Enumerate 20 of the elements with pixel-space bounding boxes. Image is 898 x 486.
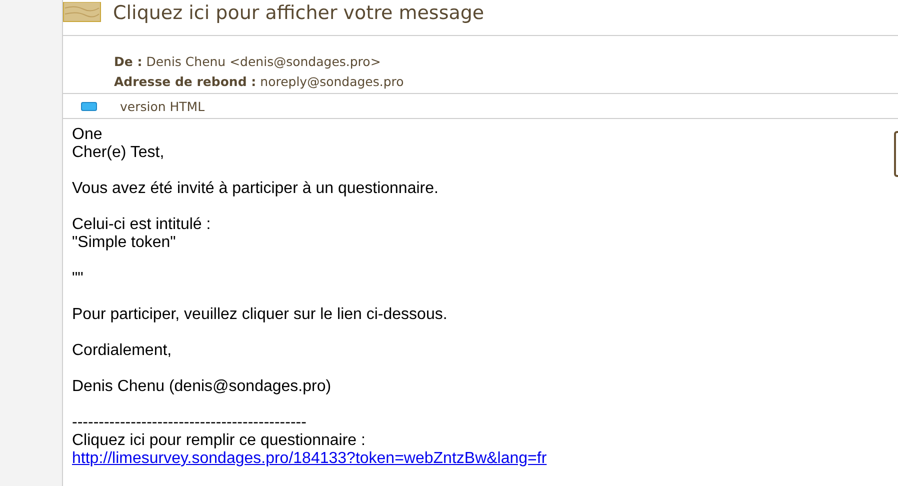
body-text: -------------------------------------------- bbox=[72, 414, 306, 432]
survey-link[interactable]: http://limesurvey.sondages.pro/184133?token=webZntzBw&lang=fr bbox=[72, 450, 547, 468]
envelope-icon bbox=[63, 2, 101, 22]
tag-icon bbox=[81, 102, 97, 111]
body-text: Cher(e) Test, bbox=[72, 144, 164, 162]
header-value: Denis Chenu <denis@sondages.pro> bbox=[146, 54, 381, 69]
version-label[interactable]: version HTML bbox=[120, 98, 205, 114]
body-text: "" bbox=[72, 270, 84, 288]
header-label: De : bbox=[114, 54, 142, 69]
body-text: Cliquez ici pour remplir ce questionnaire : bbox=[72, 432, 366, 450]
header-value: noreply@sondages.pro bbox=[260, 74, 404, 89]
body-text: "Simple token" bbox=[72, 234, 176, 252]
body-text: Cordialement, bbox=[72, 342, 172, 360]
body-text: Vous avez été invité à participer à un questionnaire. bbox=[72, 180, 438, 198]
body-text: Pour participer, veuillez cliquer sur le lien ci-dessous. bbox=[72, 306, 448, 324]
header-label: Adresse de rebond : bbox=[114, 74, 256, 89]
message-title[interactable]: Cliquez ici pour afficher votre message bbox=[113, 2, 484, 24]
body-text: Denis Chenu (denis@sondages.pro) bbox=[72, 378, 332, 396]
body-text: One bbox=[72, 126, 102, 144]
body-text: Celui-ci est intitulé : bbox=[72, 216, 211, 234]
